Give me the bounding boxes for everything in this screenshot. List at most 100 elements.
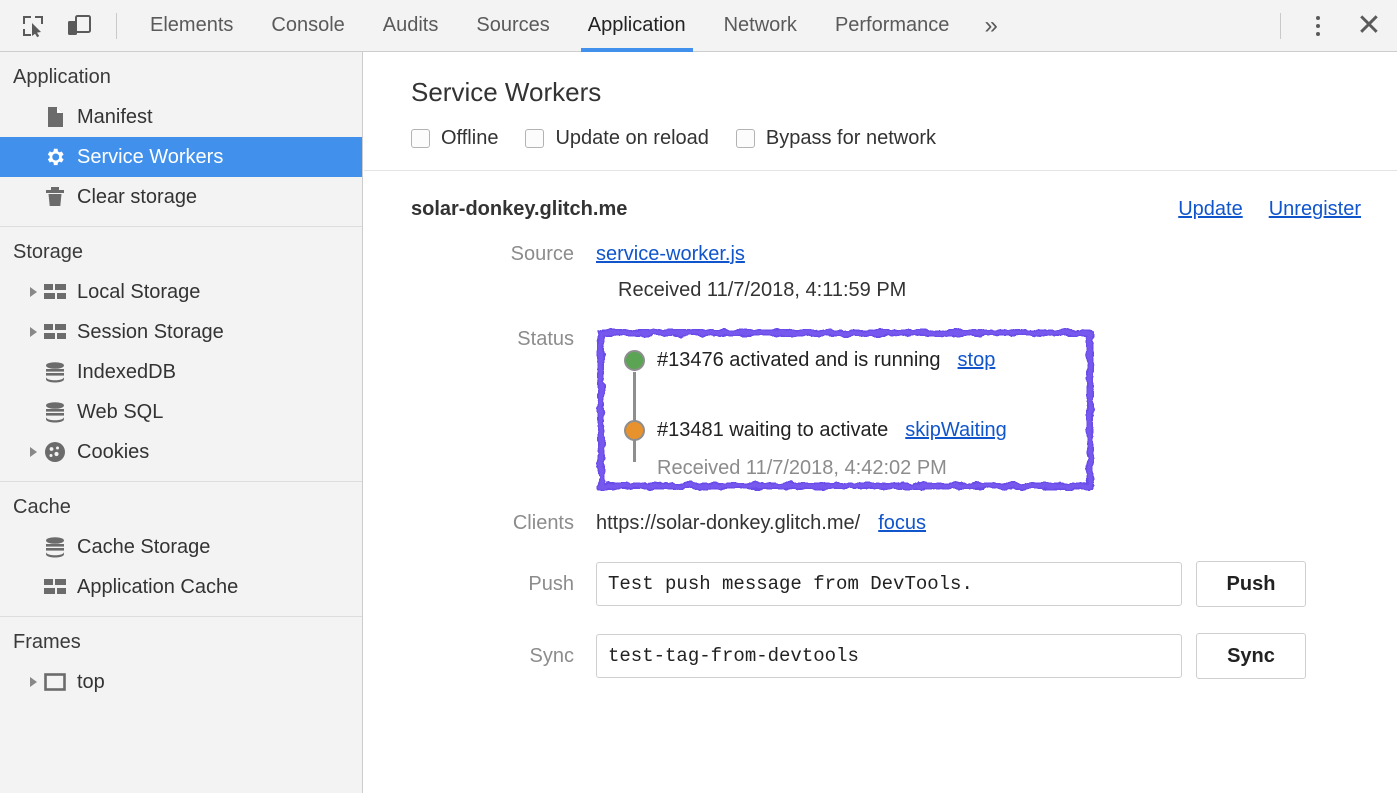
expand-arrow-icon[interactable] <box>22 327 44 337</box>
sidebar-item-application-cache[interactable]: Application Cache <box>0 567 362 607</box>
sidebar-item-top-frame[interactable]: top <box>0 662 362 702</box>
checkbox-box[interactable] <box>736 129 755 148</box>
status-annotated-region: #13476 activated and is running stop #13… <box>596 328 1088 490</box>
status-label: Status <box>411 328 596 351</box>
unregister-link[interactable]: Unregister <box>1269 198 1361 221</box>
panel-tabs: Elements Console Audits Sources Applicat… <box>131 0 1014 52</box>
kebab-menu-icon[interactable] <box>1295 3 1341 49</box>
bypass-for-network-checkbox[interactable]: Bypass for network <box>736 127 936 150</box>
expand-arrow-icon[interactable] <box>22 677 44 687</box>
inspect-element-icon[interactable] <box>10 3 56 49</box>
tab-label: Console <box>271 14 344 37</box>
checkbox-label: Offline <box>441 127 498 150</box>
document-icon <box>44 106 66 128</box>
source-received-text: Received 11/7/2018, 4:11:59 PM <box>364 279 1397 302</box>
expand-arrow-icon[interactable] <box>22 287 44 297</box>
sidebar-item-cookies[interactable]: Cookies <box>0 432 362 472</box>
sidebar-item-indexeddb[interactable]: IndexedDB <box>0 352 362 392</box>
sync-input[interactable] <box>596 634 1182 678</box>
sidebar-item-label: Local Storage <box>77 281 200 304</box>
push-label: Push <box>411 573 596 596</box>
sidebar-item-web-sql[interactable]: Web SQL <box>0 392 362 432</box>
toolbar-right-group: ✕ <box>1266 0 1397 52</box>
tab-label: Performance <box>835 14 950 37</box>
push-row: Push Push <box>364 561 1397 607</box>
stop-link[interactable]: stop <box>958 349 996 372</box>
sidebar-section-title: Application <box>0 52 362 97</box>
toolbar-divider-right <box>1280 13 1281 39</box>
sidebar-item-clear-storage[interactable]: Clear storage <box>0 177 362 217</box>
sidebar-item-service-workers[interactable]: Service Workers <box>0 137 362 177</box>
sidebar-item-session-storage[interactable]: Session Storage <box>0 312 362 352</box>
sidebar-item-label: Cache Storage <box>77 536 210 559</box>
checkbox-box[interactable] <box>411 129 430 148</box>
skip-waiting-link[interactable]: skipWaiting <box>905 419 1007 442</box>
clients-row: Clients https://solar-donkey.glitch.me/ … <box>364 512 1397 535</box>
database-icon <box>44 536 66 558</box>
source-file-link[interactable]: service-worker.js <box>596 243 745 266</box>
page-title: Service Workers <box>364 52 1397 108</box>
sync-button[interactable]: Sync <box>1196 633 1306 679</box>
sidebar-section-title: Cache <box>0 482 362 527</box>
service-worker-status-text: #13476 activated and is running <box>657 349 941 372</box>
tab-sources[interactable]: Sources <box>457 0 568 52</box>
tab-elements[interactable]: Elements <box>131 0 252 52</box>
focus-link[interactable]: focus <box>878 512 926 535</box>
sidebar-item-label: Clear storage <box>77 186 197 209</box>
close-icon[interactable]: ✕ <box>1341 3 1397 49</box>
devtools-toolbar: Elements Console Audits Sources Applicat… <box>0 0 1397 52</box>
checkbox-box[interactable] <box>525 129 544 148</box>
toolbar-divider <box>116 13 117 39</box>
frame-icon <box>44 671 66 693</box>
sidebar-section-application: Application Manifest Service Workers <box>0 52 362 217</box>
sidebar-item-manifest[interactable]: Manifest <box>0 97 362 137</box>
table-icon <box>44 576 66 598</box>
sidebar-section-title: Storage <box>0 227 362 272</box>
tab-label: Elements <box>150 14 233 37</box>
update-link[interactable]: Update <box>1178 198 1243 221</box>
sidebar-item-label: Manifest <box>77 106 153 129</box>
tab-network[interactable]: Network <box>705 0 816 52</box>
tab-application[interactable]: Application <box>569 0 705 52</box>
sidebar-item-local-storage[interactable]: Local Storage <box>0 272 362 312</box>
sidebar-item-label: Cookies <box>77 441 149 464</box>
checkbox-label: Update on reload <box>555 127 708 150</box>
status-dot-running <box>624 350 645 371</box>
kebab-dot <box>1316 16 1320 20</box>
client-url: https://solar-donkey.glitch.me/ <box>596 512 860 535</box>
tab-label: Audits <box>383 14 439 37</box>
registration-origin: solar-donkey.glitch.me <box>411 198 627 221</box>
push-button[interactable]: Push <box>1196 561 1306 607</box>
table-icon <box>44 321 66 343</box>
sidebar-item-label: IndexedDB <box>77 361 176 384</box>
registration-actions: Update Unregister <box>1178 198 1361 221</box>
tab-console[interactable]: Console <box>252 0 363 52</box>
devtools-window: Elements Console Audits Sources Applicat… <box>0 0 1397 793</box>
sidebar-item-label: Session Storage <box>77 321 224 344</box>
sidebar-item-cache-storage[interactable]: Cache Storage <box>0 527 362 567</box>
database-icon <box>44 361 66 383</box>
kebab-dot <box>1316 32 1320 36</box>
tab-label: Network <box>724 14 797 37</box>
sidebar-section-title: Frames <box>0 617 362 662</box>
device-toolbar-icon[interactable] <box>56 3 102 49</box>
tab-label: Sources <box>476 14 549 37</box>
tab-performance[interactable]: Performance <box>816 0 969 52</box>
offline-checkbox[interactable]: Offline <box>411 127 498 150</box>
update-on-reload-checkbox[interactable]: Update on reload <box>525 127 708 150</box>
sidebar-item-label: Web SQL <box>77 401 163 424</box>
status-connector-line-tail <box>633 440 636 462</box>
expand-arrow-icon[interactable] <box>22 447 44 457</box>
service-worker-entry-running: #13476 activated and is running stop <box>624 342 1088 378</box>
tab-audits[interactable]: Audits <box>364 0 458 52</box>
more-tabs-icon[interactable]: » <box>968 0 1013 52</box>
push-input[interactable] <box>596 562 1182 606</box>
trash-icon <box>44 186 66 208</box>
checkbox-label: Bypass for network <box>766 127 936 150</box>
service-worker-status-text: #13481 waiting to activate <box>657 419 888 442</box>
sidebar-item-label: Service Workers <box>77 146 223 169</box>
status-row: Status #13476 activated and is <box>364 328 1397 490</box>
service-workers-panel: Service Workers Offline Update on reload… <box>364 52 1397 793</box>
tab-label: Application <box>588 14 686 37</box>
sync-label: Sync <box>411 645 596 668</box>
